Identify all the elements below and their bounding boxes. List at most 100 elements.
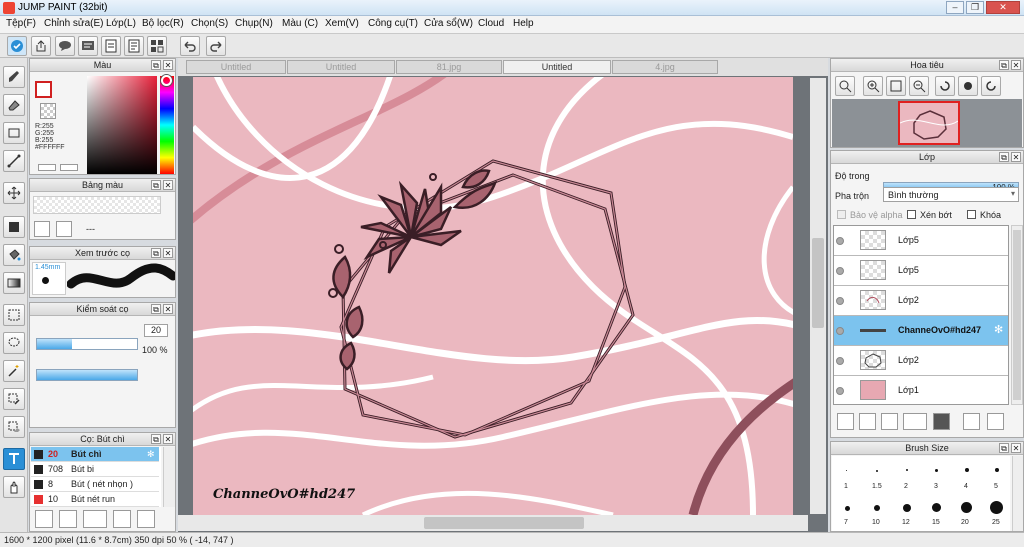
- brush-size-dot[interactable]: [935, 469, 938, 472]
- brush-group-icon[interactable]: [35, 510, 53, 528]
- tab-untitled-active[interactable]: Untitled: [503, 60, 611, 74]
- folder-icon[interactable]: [933, 413, 950, 430]
- lasso-tool-icon[interactable]: [3, 332, 25, 354]
- panel-float-icon[interactable]: ⧉: [151, 434, 161, 444]
- brush-size-dot[interactable]: [846, 470, 847, 471]
- brush-size-dot[interactable]: [845, 506, 850, 511]
- brush-item[interactable]: 10 Bút nét run: [31, 492, 159, 507]
- vertical-scroll-thumb[interactable]: [812, 238, 824, 328]
- panel-close-icon[interactable]: ✕: [163, 434, 173, 444]
- add-brush-menu-icon[interactable]: [83, 510, 107, 528]
- brush-opacity-slider[interactable]: [36, 369, 138, 381]
- brush-size-grid[interactable]: 1 1.5 2 3 4 5 7 10 12 15 20 25: [832, 456, 1010, 531]
- blend-mode-select[interactable]: Bình thường ▾: [883, 187, 1019, 202]
- saturation-value-picker[interactable]: [87, 76, 157, 174]
- panel-close-icon[interactable]: ✕: [1011, 443, 1021, 453]
- brush-size-dot[interactable]: [932, 503, 941, 512]
- canvas-horizontal-scrollbar[interactable]: [178, 515, 808, 531]
- menu-edit[interactable]: Chỉnh sửa(E): [44, 18, 104, 29]
- brush-properties-icon[interactable]: [113, 510, 131, 528]
- check-icon[interactable]: [7, 36, 27, 56]
- color-mode-button-2[interactable]: [60, 164, 78, 171]
- protect-alpha-checkbox[interactable]: [837, 210, 846, 219]
- menu-tools[interactable]: Công cụ(T): [368, 18, 418, 29]
- navigator-viewport[interactable]: [898, 101, 960, 145]
- menu-file[interactable]: Tệp(F): [6, 18, 36, 29]
- brush-list-scrollbar[interactable]: [163, 447, 175, 507]
- layer-scroll-thumb[interactable]: [1013, 230, 1021, 400]
- fill-rect-tool-icon[interactable]: [3, 216, 25, 238]
- new-palette-icon[interactable]: [34, 221, 50, 237]
- restore-button[interactable]: ❐: [966, 1, 984, 14]
- duplicate-layer-icon[interactable]: [963, 413, 980, 430]
- secondary-color-swatch[interactable]: [40, 103, 56, 119]
- add-layer-menu-icon[interactable]: [903, 413, 927, 430]
- move-tool-icon[interactable]: [3, 182, 25, 204]
- panel-float-icon[interactable]: ⧉: [151, 304, 161, 314]
- menu-select[interactable]: Chọn(S): [191, 18, 228, 29]
- brush-size-dot[interactable]: [906, 469, 908, 471]
- panel-float-icon[interactable]: ⧉: [151, 180, 161, 190]
- tab-untitled-2[interactable]: Untitled: [287, 60, 395, 74]
- brush-size-slider[interactable]: [36, 338, 138, 350]
- select-eraser-tool-icon[interactable]: [3, 416, 25, 438]
- brush-size-field[interactable]: 20: [144, 324, 168, 337]
- new-layer-icon[interactable]: [837, 413, 854, 430]
- line-tool-icon[interactable]: [3, 150, 25, 172]
- panel-float-icon[interactable]: ⧉: [151, 248, 161, 258]
- document-icon[interactable]: [124, 36, 144, 56]
- canvas-vertical-scrollbar[interactable]: [810, 78, 826, 514]
- undo-icon[interactable]: [180, 36, 200, 56]
- brush-item[interactable]: 708 Bút bi: [31, 462, 159, 477]
- hand-tool-icon[interactable]: [3, 476, 25, 498]
- select-rect-tool-icon[interactable]: [3, 304, 25, 326]
- color-mode-button-1[interactable]: [38, 164, 56, 171]
- primary-color-swatch[interactable]: [35, 81, 52, 98]
- grid-icon[interactable]: [147, 36, 167, 56]
- layer-row[interactable]: Lớp1: [834, 376, 1008, 404]
- bucket-tool-icon[interactable]: [3, 244, 25, 266]
- tab-untitled-1[interactable]: Untitled: [186, 60, 286, 74]
- rectangle-tool-icon[interactable]: [3, 122, 25, 144]
- message-icon[interactable]: [78, 36, 98, 56]
- artwork-canvas[interactable]: ChanneOvO#hd247: [193, 77, 793, 515]
- menu-layer[interactable]: Lớp(L): [106, 18, 136, 29]
- eye-icon[interactable]: [836, 267, 844, 275]
- gradient-tool-icon[interactable]: [3, 272, 25, 294]
- brush-size-dot[interactable]: [874, 505, 880, 511]
- panel-close-icon[interactable]: ✕: [163, 304, 173, 314]
- menu-window[interactable]: Cửa sổ(W): [424, 18, 473, 29]
- panel-float-icon[interactable]: ⧉: [151, 60, 161, 70]
- close-button[interactable]: ✕: [986, 1, 1020, 14]
- rotate-right-icon[interactable]: [981, 76, 1001, 96]
- new-brush-icon[interactable]: [59, 510, 77, 528]
- zoom-in-icon[interactable]: [863, 76, 883, 96]
- eye-icon[interactable]: [836, 357, 844, 365]
- share-icon[interactable]: [31, 36, 51, 56]
- panel-close-icon[interactable]: ✕: [163, 180, 173, 190]
- menu-cloud[interactable]: Cloud: [478, 18, 504, 29]
- panel-close-icon[interactable]: ✕: [163, 60, 173, 70]
- brush-size-dot[interactable]: [876, 470, 878, 472]
- layer-row[interactable]: Lớp2: [834, 346, 1008, 376]
- delete-layer-icon[interactable]: [987, 413, 1004, 430]
- eye-icon[interactable]: [836, 387, 844, 395]
- eraser-tool-icon[interactable]: [3, 94, 25, 116]
- layer-list-scrollbar[interactable]: [1011, 225, 1023, 405]
- lock-checkbox[interactable]: [967, 210, 976, 219]
- layer-row-active[interactable]: ChanneOvO#hd247 ✻: [834, 316, 1008, 346]
- brush-item[interactable]: 8 Bút ( nét nhọn ): [31, 477, 159, 492]
- horizontal-scroll-thumb[interactable]: [424, 517, 584, 529]
- layer-row[interactable]: Lớp5: [834, 226, 1008, 256]
- panel-float-icon[interactable]: ⧉: [999, 443, 1009, 453]
- brush-settings-icon[interactable]: ✻: [147, 447, 155, 461]
- brush-size-dot[interactable]: [990, 501, 1003, 514]
- panel-close-icon[interactable]: ✕: [1011, 152, 1021, 162]
- rotate-reset-icon[interactable]: [958, 76, 978, 96]
- menu-capture[interactable]: Chụp(N): [235, 18, 273, 29]
- redo-icon[interactable]: [206, 36, 226, 56]
- fit-icon[interactable]: [886, 76, 906, 96]
- comment-icon[interactable]: [55, 36, 75, 56]
- hue-handle[interactable]: [161, 75, 172, 86]
- hue-slider[interactable]: [160, 76, 174, 174]
